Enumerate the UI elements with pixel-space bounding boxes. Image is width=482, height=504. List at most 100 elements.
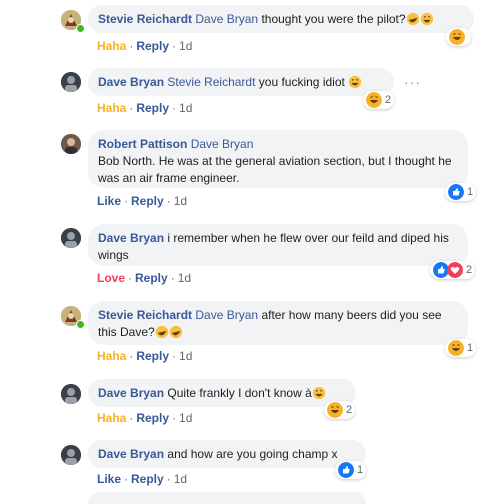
comment-actions: Haha · Reply · 1d <box>97 411 192 425</box>
haha-icon <box>366 92 382 108</box>
like-icon <box>448 184 464 200</box>
timestamp[interactable]: 1d <box>179 39 192 53</box>
rofl-emoji-icon <box>169 325 182 339</box>
timestamp[interactable]: 1d <box>178 271 191 285</box>
online-status-icon <box>76 320 85 329</box>
timestamp[interactable]: 1d <box>179 101 192 115</box>
separator: · <box>129 411 134 425</box>
comment-author[interactable]: Robert Pattison <box>98 137 187 151</box>
comment-author[interactable]: Dave Bryan <box>98 231 164 245</box>
avatar[interactable] <box>61 445 81 465</box>
separator: · <box>166 472 171 486</box>
comment-actions: Love · Reply · 1d <box>97 271 191 285</box>
reaction-button[interactable]: Haha <box>97 39 126 53</box>
love-icon <box>447 262 463 278</box>
haha-icon <box>327 402 343 418</box>
reaction-summary[interactable]: 1 <box>445 339 477 357</box>
reply-button[interactable]: Reply <box>136 411 169 425</box>
comment-actions: Like · Reply · 1d <box>97 194 187 208</box>
separator: · <box>166 194 171 208</box>
comment-mention[interactable]: Dave Bryan <box>195 12 258 26</box>
reaction-summary[interactable]: 2 <box>324 401 356 419</box>
reply-button[interactable]: Reply <box>131 194 164 208</box>
laughing-emoji-icon <box>312 386 325 400</box>
comment-author[interactable]: Dave Bryan <box>98 386 164 400</box>
comment-mention[interactable]: Dave Bryan <box>195 308 258 322</box>
comment-text: Bob North. He was at the general aviatio… <box>98 154 452 185</box>
reaction-count: 2 <box>346 404 353 416</box>
reply-button[interactable]: Reply <box>136 101 169 115</box>
comment-actions: Haha · Reply · 1d <box>97 39 192 53</box>
online-status-icon <box>76 24 85 33</box>
reaction-summary[interactable]: 2 <box>363 91 395 109</box>
reaction-summary[interactable] <box>446 28 471 46</box>
separator: · <box>124 472 129 486</box>
comment-bubble: Robert Pattison Dave Bryan Bob North. He… <box>88 130 468 188</box>
comment-actions: Haha · Reply · 1d <box>97 101 192 115</box>
reaction-summary[interactable]: 2 <box>430 261 476 279</box>
comment-author[interactable]: Dave Bryan <box>98 75 164 89</box>
reaction-count: 2 <box>466 264 473 276</box>
haha-icon <box>449 29 465 45</box>
reaction-button[interactable]: Haha <box>97 411 126 425</box>
reaction-button[interactable]: Like <box>97 194 121 208</box>
comment-text: and how are you going champ x <box>167 447 338 461</box>
reaction-count: 1 <box>357 464 364 476</box>
reply-button[interactable]: Reply <box>136 349 169 363</box>
comment-bubble: Dave Bryan Quite frankly I don't know à <box>88 379 356 407</box>
reaction-summary[interactable]: 1 <box>335 461 367 479</box>
avatar[interactable] <box>61 384 81 404</box>
comment-bubble: Stevie Reichardt Dave Bryan after how ma… <box>88 301 468 345</box>
reaction-count: 1 <box>467 186 474 198</box>
reaction-count: 1 <box>467 342 474 354</box>
reply-button[interactable]: Reply <box>131 472 164 486</box>
comment-actions: Haha · Reply · 1d <box>97 349 192 363</box>
separator: · <box>170 271 175 285</box>
separator: · <box>129 349 134 363</box>
separator: · <box>172 411 177 425</box>
comment-bubble: Dave Bryan Stevie Reichardt you fucking … <box>88 68 394 96</box>
more-options-icon[interactable]: ··· <box>404 74 421 90</box>
comment-thread: Stevie Reichardt Dave Bryan thought you … <box>0 0 482 504</box>
reaction-count: 2 <box>385 94 392 106</box>
separator: · <box>172 101 177 115</box>
separator: · <box>172 39 177 53</box>
reaction-summary[interactable]: 1 <box>445 183 477 201</box>
haha-icon <box>448 340 464 356</box>
comment-mention[interactable]: Stevie Reichardt <box>167 75 255 89</box>
comment-bubble: Dave Bryan i remember when he flew over … <box>88 224 468 266</box>
reaction-button[interactable]: Haha <box>97 349 126 363</box>
comment-bubble-partial <box>88 492 366 504</box>
separator: · <box>129 39 134 53</box>
timestamp[interactable]: 1d <box>179 349 192 363</box>
laughing-emoji-icon <box>420 12 433 26</box>
timestamp[interactable]: 1d <box>174 194 187 208</box>
comment-actions: Like · Reply · 1d <box>97 472 187 486</box>
comment-bubble: Stevie Reichardt Dave Bryan thought you … <box>88 5 474 33</box>
timestamp[interactable]: 1d <box>179 411 192 425</box>
comment-text: you fucking idiot <box>258 75 345 89</box>
like-icon <box>338 462 354 478</box>
reaction-button[interactable]: Like <box>97 472 121 486</box>
reaction-button[interactable]: Haha <box>97 101 126 115</box>
separator: · <box>124 194 129 208</box>
avatar[interactable] <box>61 72 81 92</box>
separator: · <box>129 101 134 115</box>
rofl-emoji-icon <box>406 12 419 26</box>
comment-mention[interactable]: Dave Bryan <box>191 137 254 151</box>
comment-bubble: Dave Bryan and how are you going champ x <box>88 440 366 468</box>
comment-text: thought you were the pilot? <box>261 12 406 26</box>
comment-author[interactable]: Stevie Reichardt <box>98 12 192 26</box>
avatar[interactable] <box>61 228 81 248</box>
avatar[interactable] <box>61 134 81 154</box>
separator: · <box>128 271 133 285</box>
separator: · <box>172 349 177 363</box>
reply-button[interactable]: Reply <box>135 271 168 285</box>
rofl-emoji-icon <box>155 325 168 339</box>
comment-text: Quite frankly I don't know à <box>167 386 312 400</box>
timestamp[interactable]: 1d <box>174 472 187 486</box>
reaction-button[interactable]: Love <box>97 271 125 285</box>
comment-author[interactable]: Stevie Reichardt <box>98 308 192 322</box>
comment-author[interactable]: Dave Bryan <box>98 447 164 461</box>
reply-button[interactable]: Reply <box>136 39 169 53</box>
